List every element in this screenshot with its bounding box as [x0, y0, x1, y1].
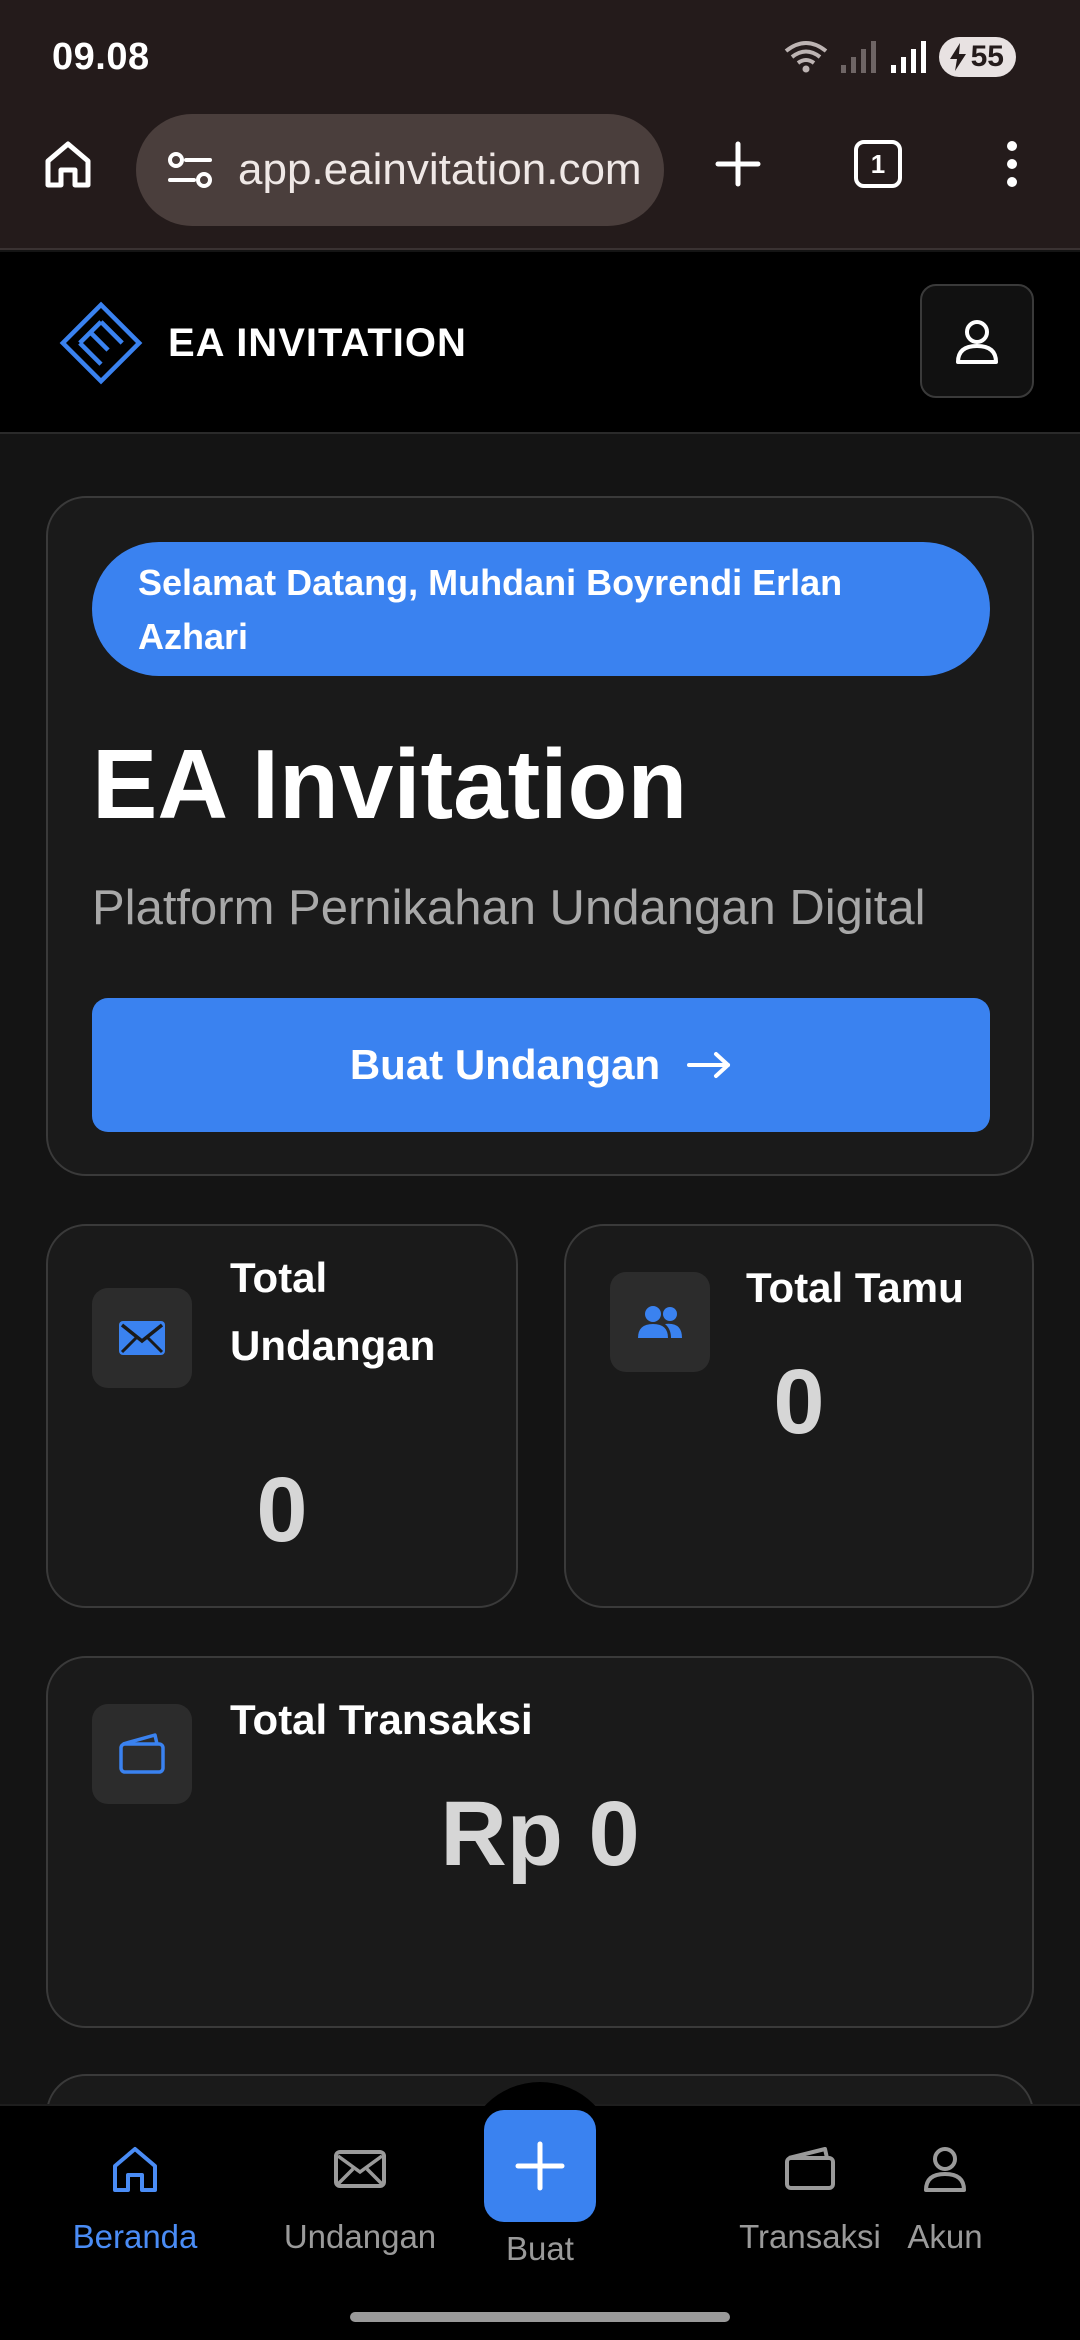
hero-card: Selamat Datang, Muhdani Boyrendi Erlan A… [46, 496, 1034, 1176]
hero-title: EA Invitation [92, 729, 688, 839]
tab-count: 1 [870, 148, 886, 179]
nav-item-beranda[interactable]: Beranda [27, 2142, 243, 2256]
wallet-icon [785, 2147, 835, 2190]
browser-menu-button[interactable] [980, 132, 1044, 196]
stat-label-line1: Total [230, 1254, 328, 1301]
site-settings-button[interactable] [158, 138, 222, 202]
nav-label: Beranda [72, 2218, 198, 2255]
more-vert-icon [1007, 141, 1017, 187]
address-bar[interactable]: app.eainvitation.com [136, 114, 664, 226]
stat-label-tamu: Total Tamu [746, 1264, 964, 1311]
home-icon [45, 141, 91, 188]
new-tab-icon [715, 141, 761, 187]
stat-card-tamu: Total Tamu 0 [564, 1224, 1034, 1608]
url-text: app.eainvitation.com [238, 145, 642, 194]
battery-indicator: 55 [938, 37, 1016, 77]
stat-icon-box [92, 1288, 192, 1388]
create-invitation-label: Buat Undangan [349, 1041, 661, 1088]
app-header: EA INVITATION [0, 252, 1080, 434]
stat-value-tamu: 0 [773, 1351, 825, 1453]
stat-label: Total Undangan [230, 1244, 435, 1380]
new-tab-button[interactable] [706, 132, 770, 196]
profile-button[interactable] [920, 284, 1034, 398]
envelope-icon [119, 1321, 165, 1355]
gesture-handle[interactable] [350, 2312, 730, 2322]
wifi-icon [784, 41, 827, 73]
nav-label: Akun [907, 2218, 983, 2255]
envelope-icon [334, 2150, 386, 2188]
stat-label-line2: Undangan [230, 1322, 436, 1369]
nav-label-buat: Buat [506, 2230, 574, 2267]
tabs-icon: 1 [854, 140, 902, 188]
stat-card-transaksi: Total Transaksi Rp 0 [46, 1656, 1034, 2028]
stat-label-transaksi: Total Transaksi [230, 1696, 533, 1743]
battery-level: 55 [970, 40, 1004, 73]
status-bar: 09.08 55 [0, 0, 1080, 110]
tabs-button[interactable]: 1 [846, 132, 910, 196]
welcome-banner: Selamat Datang, Muhdani Boyrendi Erlan A… [92, 542, 990, 676]
browser-toolbar: app.eainvitation.com 1 [0, 110, 1080, 250]
nav-label: Undangan [283, 2218, 437, 2255]
nav-item-undangan[interactable]: Undangan [252, 2142, 468, 2256]
status-time: 09.08 [52, 36, 150, 78]
plus-icon [515, 2141, 565, 2191]
create-invitation-button[interactable]: Buat Undangan [92, 998, 990, 1132]
site-settings-icon [168, 152, 212, 188]
signal-icon [890, 41, 926, 73]
brand[interactable]: EA INVITATION [56, 298, 467, 388]
stat-value-transaksi: Rp 0 [440, 1783, 640, 1885]
ea-logo-icon [59, 301, 143, 385]
home-icon [113, 2147, 157, 2192]
brand-name: EA INVITATION [168, 320, 467, 365]
stat-value-undangan: 0 [256, 1459, 308, 1561]
user-icon [956, 320, 998, 364]
nav-item-buat[interactable] [484, 2110, 596, 2222]
browser-home-button[interactable] [36, 132, 100, 196]
nav-item-akun[interactable]: Akun [837, 2142, 1053, 2256]
users-icon [638, 1306, 682, 1338]
arrow-right-icon [687, 1052, 731, 1078]
battery-charging-icon [949, 43, 966, 71]
status-icons: 55 [783, 36, 1016, 78]
wallet-icon [119, 1733, 165, 1774]
user-icon [924, 2147, 966, 2192]
signal-icon [840, 41, 876, 73]
hero-subtitle: Platform Pernikahan Undangan Digital [92, 881, 926, 935]
stat-card-undangan: Total Undangan 0 [46, 1224, 518, 1608]
